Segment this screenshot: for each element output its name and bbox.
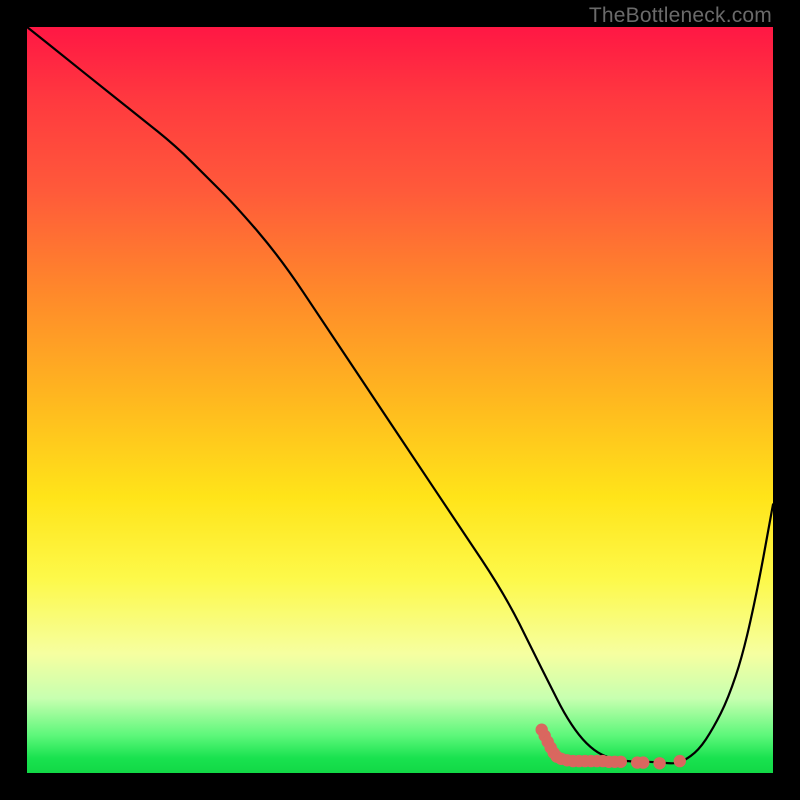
chart-curve xyxy=(27,27,773,763)
chart-frame xyxy=(27,27,773,773)
chart-marker xyxy=(674,755,686,767)
chart-markers xyxy=(536,724,687,770)
watermark-text: TheBottleneck.com xyxy=(589,4,772,28)
chart-marker xyxy=(637,756,649,768)
chart-overlay-svg xyxy=(27,27,773,773)
chart-marker xyxy=(653,757,665,769)
chart-marker xyxy=(615,756,627,768)
